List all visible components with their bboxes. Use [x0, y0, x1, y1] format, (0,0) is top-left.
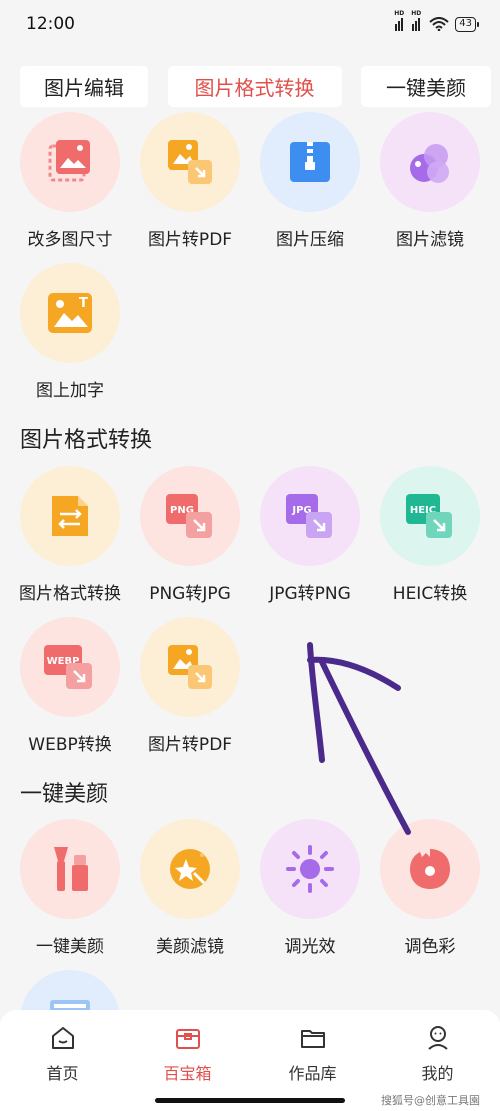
tool-jpg-to-png[interactable]: JPG JPG转PNG: [250, 466, 370, 616]
compress-zip-icon: [290, 142, 330, 182]
profile-icon: [427, 1026, 448, 1050]
nav-works[interactable]: 作品库: [250, 1010, 375, 1111]
signal-icon: HD: [411, 10, 423, 31]
tab-image-edit[interactable]: 图片编辑: [20, 66, 148, 107]
status-bar: 12:00 HD HD 43: [0, 0, 500, 48]
svg-text:T: T: [79, 296, 88, 311]
tool-label: 图片滤镜: [396, 230, 464, 250]
nav-toolbox[interactable]: 百宝箱: [125, 1010, 250, 1111]
folder-icon: [300, 1030, 325, 1048]
image-to-pdf-icon: [168, 645, 212, 689]
status-icons: HD HD 43: [394, 10, 479, 32]
tool-label: 图片转PDF: [147, 230, 233, 250]
tool-resize[interactable]: 改多图尺寸: [10, 112, 130, 262]
tool-label: JPG转PNG: [269, 584, 351, 604]
tool-color-adjust[interactable]: 调色彩: [370, 819, 490, 969]
palette-icon: [410, 849, 450, 889]
tool-label: 图片转PDF: [147, 735, 233, 755]
tool-webp-convert[interactable]: WEBP WEBP转换: [10, 617, 130, 767]
tool-label: 图上加字: [36, 381, 104, 401]
nav-label: 作品库: [288, 1064, 337, 1083]
tool-image-to-pdf-2[interactable]: 图片转PDF: [130, 617, 250, 767]
resize-image-icon: [48, 140, 90, 182]
tool-heic-convert[interactable]: HEIC HEIC转换: [370, 466, 490, 616]
image-to-pdf-icon: [168, 140, 212, 184]
tool-label: 图片格式转换: [19, 584, 121, 604]
tool-label: 调色彩: [404, 937, 456, 957]
jpg-to-png-icon: JPG: [286, 494, 332, 538]
filter-circles-icon: [410, 144, 449, 183]
tool-label: PNG转JPG: [149, 584, 231, 604]
tool-filter[interactable]: 图片滤镜: [370, 112, 490, 262]
tool-label: 图片压缩: [276, 230, 344, 250]
tool-beauty-filter[interactable]: 美颜滤镜: [130, 819, 250, 969]
tab-beauty[interactable]: 一键美颜: [361, 66, 491, 107]
section-title-beauty: 一键美颜: [20, 782, 109, 807]
tool-label: 改多图尺寸: [27, 230, 113, 250]
makeup-brush-icon: [54, 847, 88, 891]
tool-label: WEBP转换: [28, 735, 112, 755]
heic-convert-icon: HEIC: [406, 494, 452, 538]
tool-label: 美颜滤镜: [156, 937, 224, 957]
tool-label: 一键美颜: [36, 937, 104, 957]
nav-home[interactable]: 首页: [0, 1010, 125, 1111]
tool-compress[interactable]: 图片压缩: [250, 112, 370, 262]
status-time: 12:00: [26, 14, 75, 34]
beauty-row-1: 一键美颜 美颜滤镜 调光效 调色彩: [0, 819, 500, 969]
watermark: 搜狐号@创意工具園: [381, 1094, 480, 1107]
home-indicator[interactable]: [155, 1098, 345, 1103]
nav-label: 百宝箱: [163, 1064, 212, 1083]
section-title-format: 图片格式转换: [20, 428, 153, 453]
tool-image-to-pdf[interactable]: 图片转PDF: [130, 112, 250, 262]
tool-add-text[interactable]: T 图上加字: [10, 263, 130, 413]
tab-format-convert[interactable]: 图片格式转换: [167, 66, 342, 107]
tool-label: HEIC转换: [392, 584, 468, 604]
tool-label: 调光效: [284, 937, 336, 957]
image-edit-row-1: 改多图尺寸 图片转PDF 图片压缩 图片滤镜: [0, 112, 500, 262]
wifi-icon: [429, 17, 449, 31]
format-convert-icon: [52, 496, 88, 536]
add-text-image-icon: T: [48, 293, 92, 333]
format-row-2: WEBP WEBP转换 图片转PDF: [0, 617, 500, 767]
battery-icon: 43: [455, 16, 479, 32]
image-edit-row-2: T 图上加字: [0, 263, 500, 413]
sun-icon: [286, 845, 334, 893]
tool-format-convert[interactable]: 图片格式转换: [10, 466, 130, 616]
category-tabs: 图片编辑 图片格式转换 一键美颜: [0, 66, 500, 107]
nav-label: 我的: [421, 1064, 454, 1083]
tool-png-to-jpg[interactable]: PNG PNG转JPG: [130, 466, 250, 616]
toolbox-icon: [175, 1029, 200, 1049]
tool-light-effect[interactable]: 调光效: [250, 819, 370, 969]
tool-one-click-beauty[interactable]: 一键美颜: [10, 819, 130, 969]
signal-icon: HD: [394, 10, 406, 31]
format-row-1: 图片格式转换 PNG PNG转JPG JPG JPG转PNG HEIC HEIC…: [0, 466, 500, 616]
magic-star-icon: [170, 849, 210, 889]
png-to-jpg-icon: PNG: [166, 494, 212, 538]
nav-label: 首页: [46, 1064, 79, 1083]
home-icon: [51, 1027, 74, 1049]
webp-convert-icon: WEBP: [44, 645, 92, 689]
